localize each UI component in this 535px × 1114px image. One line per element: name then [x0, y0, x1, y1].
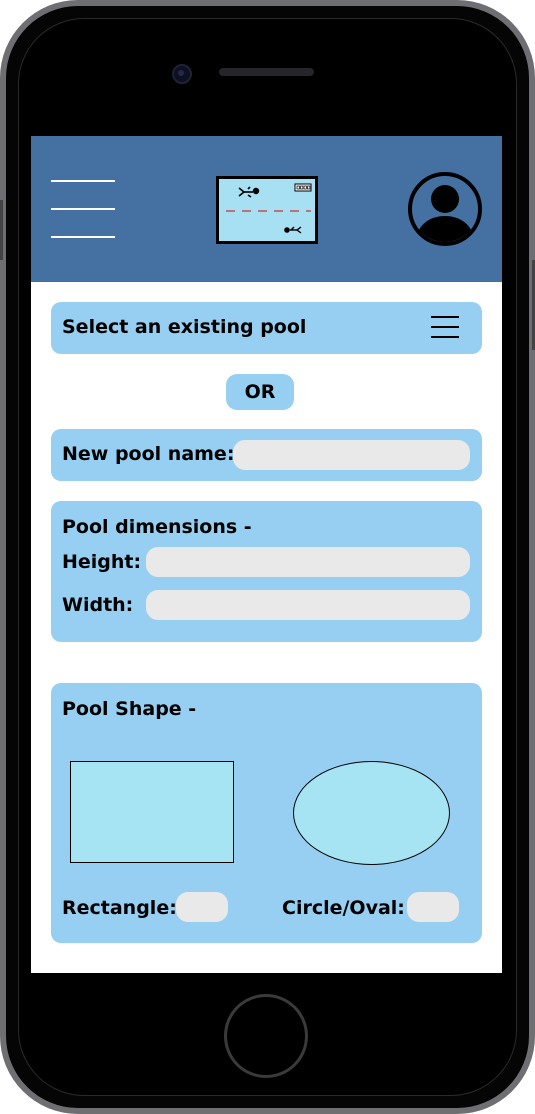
swimming-pool-logo-icon — [216, 176, 318, 244]
user-profile-icon[interactable] — [408, 172, 482, 246]
new-pool-name-label: New pool name: — [62, 443, 235, 465]
hamburger-menu-icon[interactable] — [51, 180, 115, 238]
pool-dimensions-card: Pool dimensions - Height: Width: — [51, 501, 482, 642]
oval-shape-icon[interactable] — [293, 761, 450, 865]
app-header — [31, 136, 502, 282]
earpiece-speaker — [219, 68, 314, 76]
circle-oval-label: Circle/Oval: — [282, 897, 405, 919]
width-input[interactable] — [146, 590, 470, 620]
rectangle-shape-icon[interactable] — [70, 761, 234, 863]
rectangle-label: Rectangle: — [62, 897, 177, 919]
new-pool-name-card: New pool name: — [51, 429, 482, 481]
pool-dimensions-title: Pool dimensions - — [62, 516, 252, 538]
phone-frame: Select an existing pool OR New pool name… — [0, 0, 535, 1114]
pool-shape-title: Pool Shape - — [62, 698, 197, 720]
circle-oval-input[interactable] — [407, 892, 459, 922]
width-label: Width: — [62, 594, 134, 616]
rectangle-input[interactable] — [176, 892, 228, 922]
select-existing-pool-dropdown[interactable]: Select an existing pool — [51, 302, 482, 354]
new-pool-name-input[interactable] — [233, 440, 470, 470]
height-input[interactable] — [146, 547, 470, 577]
height-label: Height: — [62, 551, 142, 573]
app-screen: Select an existing pool OR New pool name… — [31, 136, 502, 973]
home-button[interactable] — [224, 994, 308, 1078]
or-divider-label: OR — [226, 374, 294, 410]
volume-button — [0, 200, 3, 260]
list-menu-icon[interactable] — [431, 316, 461, 340]
front-camera-icon — [172, 64, 192, 84]
select-pool-label: Select an existing pool — [62, 316, 307, 338]
pool-shape-card: Pool Shape - Rectangle: Circle/Oval: — [51, 683, 482, 943]
